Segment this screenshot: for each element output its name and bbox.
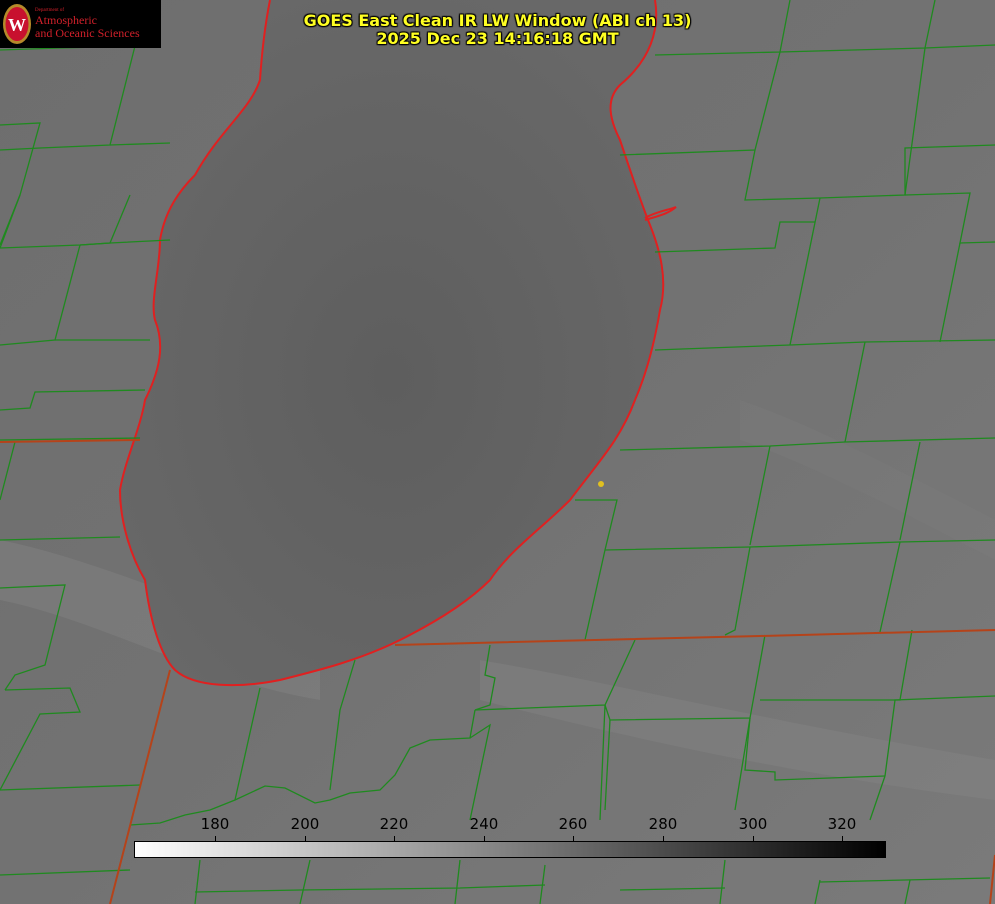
colorbar-tick-label: 260 bbox=[558, 815, 588, 833]
location-marker bbox=[598, 481, 604, 487]
satellite-image-viewer: W Department of Atmospheric and Oceanic … bbox=[0, 0, 995, 904]
colorbar-tick-label: 240 bbox=[469, 815, 499, 833]
image-timestamp: 2025 Dec 23 14:16:18 GMT bbox=[376, 29, 619, 48]
colorbar-tick-label: 300 bbox=[738, 815, 768, 833]
colorbar-tick-label: 180 bbox=[200, 815, 230, 833]
colorbar-tick-label: 200 bbox=[290, 815, 320, 833]
colorbar-tick-label: 320 bbox=[827, 815, 857, 833]
satellite-map bbox=[0, 0, 995, 904]
colorbar-tick-label: 220 bbox=[379, 815, 409, 833]
colorbar-tick-label: 280 bbox=[648, 815, 678, 833]
colorbar bbox=[134, 841, 886, 858]
image-title: GOES East Clean IR LW Window (ABI ch 13) bbox=[303, 11, 692, 30]
